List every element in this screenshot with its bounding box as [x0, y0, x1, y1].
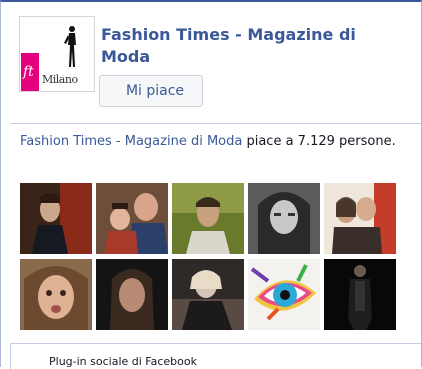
- face-photo: [20, 259, 92, 330]
- face-photo: [172, 259, 244, 330]
- logo-ft-text: ft: [23, 64, 34, 80]
- face-photo: [248, 259, 320, 330]
- friend-face-2[interactable]: [96, 183, 168, 254]
- likes-summary: Fashion Times - Magazine di Moda piace a…: [20, 133, 410, 151]
- friend-face-4[interactable]: [248, 183, 320, 254]
- face-photo: [248, 183, 320, 254]
- friend-face-7[interactable]: [96, 259, 168, 330]
- logo-milano-text: Milano: [42, 73, 78, 86]
- facebook-like-box: ft Milano Fashion Times - Magazine di Mo…: [0, 0, 422, 369]
- divider: [10, 343, 421, 344]
- friend-face-10[interactable]: [324, 259, 396, 330]
- divider: [10, 123, 421, 124]
- page-logo[interactable]: ft Milano: [19, 16, 95, 92]
- face-photo: [172, 183, 244, 254]
- face-photo: [96, 183, 168, 254]
- page-name-link[interactable]: Fashion Times - Magazine di Moda: [101, 24, 401, 68]
- friend-face-8[interactable]: [172, 259, 244, 330]
- face-photo: [20, 183, 92, 254]
- like-button[interactable]: Mi piace: [99, 75, 203, 107]
- like-button-label: Mi piace: [125, 83, 185, 99]
- friend-face-3[interactable]: [172, 183, 244, 254]
- footer-divider: [10, 343, 11, 369]
- likes-page-link[interactable]: Fashion Times - Magazine di Moda: [20, 134, 242, 149]
- friend-face-6[interactable]: [20, 259, 92, 330]
- friend-faces-grid: [20, 183, 410, 333]
- friend-face-9[interactable]: [248, 259, 320, 330]
- friend-face-1[interactable]: [20, 183, 92, 254]
- friend-face-5[interactable]: [324, 183, 396, 254]
- face-photo: [324, 259, 396, 330]
- likes-count-text: piace a 7.129 persone.: [242, 134, 396, 149]
- page-header: ft Milano Fashion Times - Magazine di Mo…: [1, 2, 421, 120]
- fashion-figure-icon: [64, 26, 76, 67]
- face-photo: [324, 183, 396, 254]
- face-photo: [96, 259, 168, 330]
